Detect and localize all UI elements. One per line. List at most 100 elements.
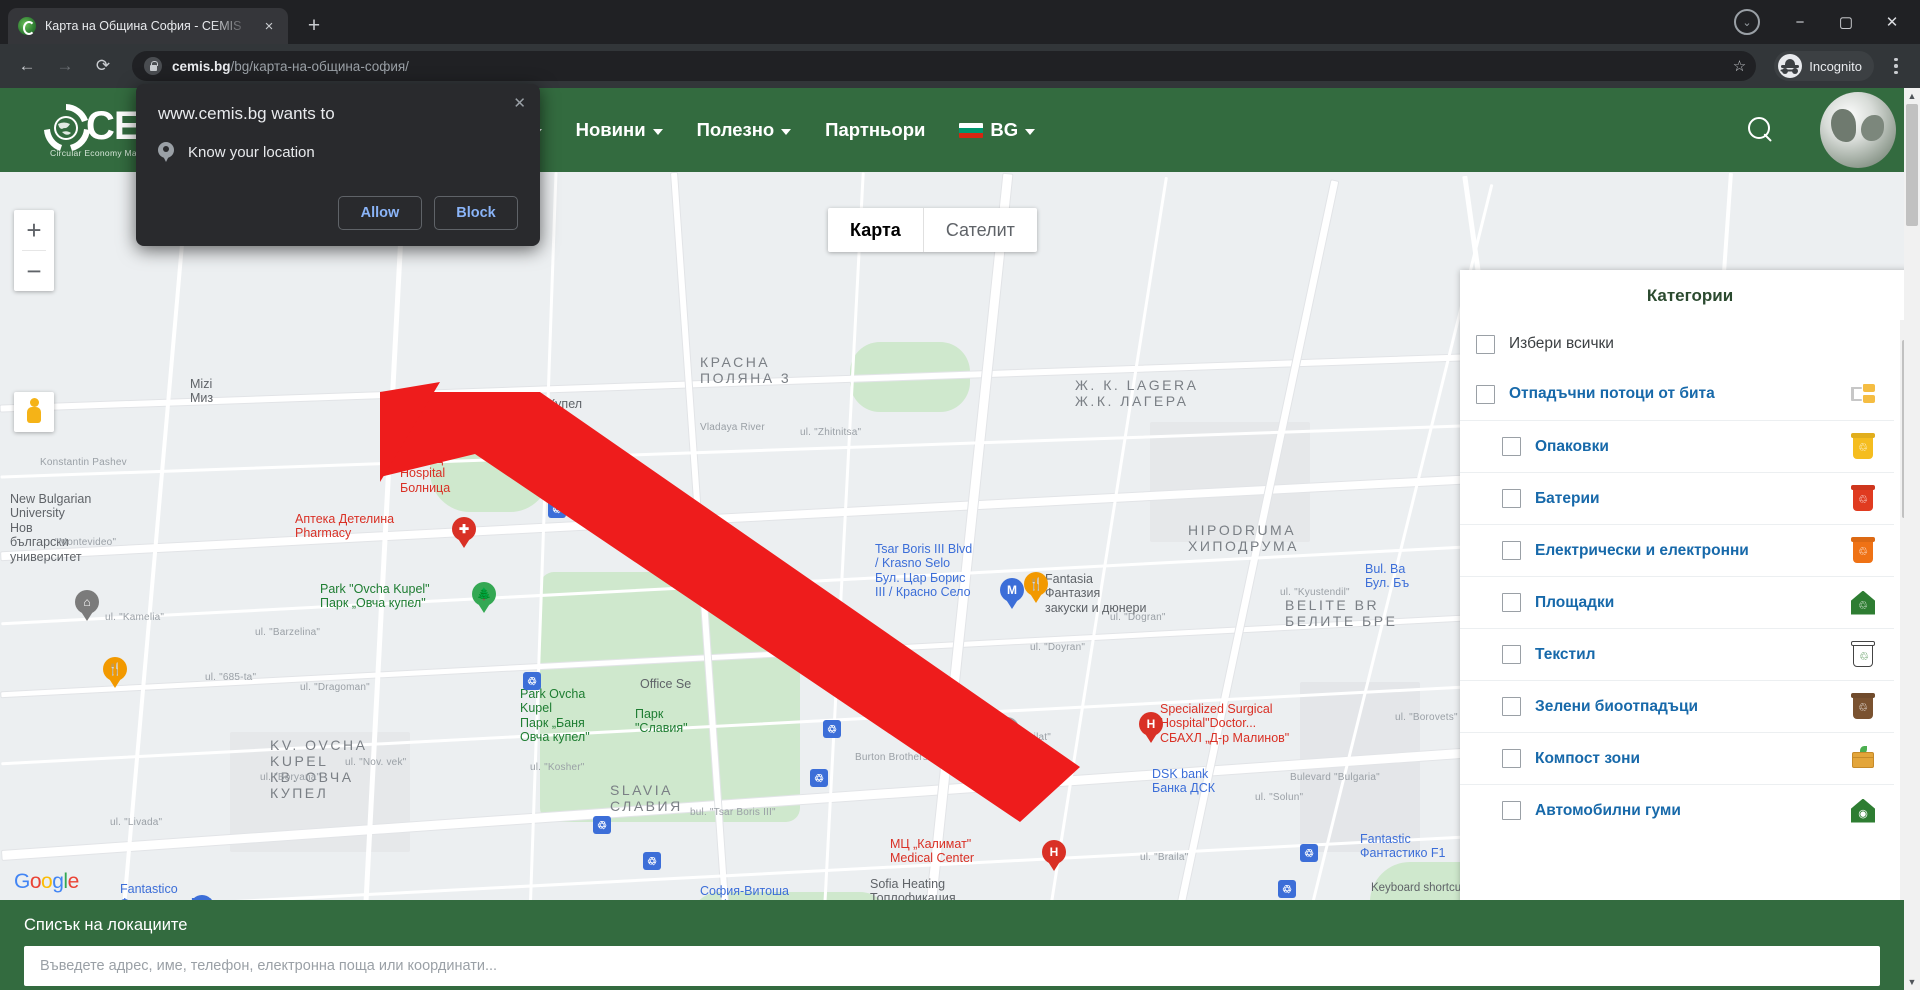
nav-item-3[interactable]: Новини [576,119,663,141]
category-checkbox[interactable] [1502,541,1521,560]
page-scrollbar[interactable]: ▲ ▼ [1904,88,1920,990]
update-chrome-icon[interactable]: ⌄ [1734,9,1760,35]
map-marker-recycling-21[interactable]: ♲ [593,816,611,834]
map-marker-recycling-14[interactable]: ♲ [523,672,541,690]
category-checkbox[interactable] [1476,384,1495,404]
keyboard-shortcuts-link[interactable]: Keyboard shortcuts [1371,882,1470,894]
map-label-23: Sofia Heating Топлофикация София ЕАД [870,877,956,900]
lock-icon[interactable] [144,57,162,75]
map-marker-recycling-16[interactable]: ♲ [810,769,828,787]
zoom-in-button[interactable]: + [14,210,54,250]
category-row-4[interactable]: Електрически и електронни ♲ [1460,524,1894,576]
category-row-6[interactable]: Текстил ♲ [1460,628,1894,680]
category-row-5[interactable]: Площадки ♲ [1460,576,1894,628]
minimize-window-button[interactable]: − [1780,6,1820,38]
map-marker-0[interactable]: H [594,462,618,494]
close-icon[interactable]: ✕ [513,96,526,111]
page-scrollbar-thumb[interactable] [1906,104,1918,226]
category-row-2[interactable]: Опаковки ♲ [1460,420,1894,472]
close-tab-icon[interactable]: × [260,17,278,35]
map-marker-recycling-15[interactable]: ♲ [823,720,841,738]
map-marker-recycling-19[interactable]: ♲ [1278,880,1296,898]
google-logo-letter: e [67,870,80,893]
map-type-satellite[interactable]: Сателит [922,208,1037,252]
category-label: Избери всички [1509,335,1614,352]
category-checkbox[interactable] [1502,437,1521,456]
category-row-8[interactable]: Компост зони [1460,732,1894,784]
marker-tail [599,482,613,493]
category-row-9[interactable]: Автомобилни гуми ◉ [1460,784,1894,836]
bin-lid [1851,484,1875,490]
map-label-6: KV. OVCHA KUPEL КВ. ОВЧА КУПЕЛ [270,737,368,802]
category-checkbox[interactable] [1502,489,1521,508]
bookmark-star-icon[interactable]: ☆ [1733,57,1746,75]
map-marker-5[interactable]: 🍴 [1024,572,1048,604]
window-controls: ⌄ − ▢ ✕ [1734,6,1912,38]
map-marker-11[interactable]: ⌂ [995,717,1019,749]
nav-item-label: Полезно [696,119,775,140]
nav-item-5[interactable]: Партньори [825,119,925,141]
red-bin-icon: ♲ [1848,484,1878,514]
category-checkbox[interactable] [1476,334,1495,354]
category-row-1[interactable]: Отпадъчни потоци от бита [1460,368,1894,420]
map-type-switcher[interactable]: Карта Сателит [828,208,1037,252]
header-right-tools [1748,88,1896,172]
page-scroll-up-icon[interactable]: ▲ [1904,88,1920,104]
zoom-out-button[interactable]: − [14,251,54,291]
nav-item-4[interactable]: Полезно [697,119,792,141]
map-marker-10[interactable]: ⌂ [75,590,99,622]
map-label-39: ul. "Dragoman" [300,682,370,693]
category-checkbox[interactable] [1502,749,1521,768]
category-row-7[interactable]: Зелени биоотпадъци ♲ [1460,680,1894,732]
map-marker-2[interactable]: 🌲 [472,582,496,614]
map-marker-1[interactable]: ✚ [452,517,476,549]
category-checkbox[interactable] [1502,697,1521,716]
globe-avatar[interactable] [1820,92,1896,168]
category-checkbox[interactable] [1502,801,1521,820]
incognito-badge[interactable]: Incognito [1774,51,1874,81]
map-label-46: "Montevideo" [55,537,117,548]
map-marker-6[interactable]: 🍴 [103,657,127,689]
green-house-tire-icon: ◉ [1848,796,1878,826]
address-bar[interactable]: cemis.bg/bg/карта-на-община-софия/ ☆ [132,51,1757,81]
google-logo-letter: g [52,870,64,893]
page-scroll-down-icon[interactable]: ▼ [1904,974,1920,990]
map-label-44: ul. "Barzelina" [255,627,321,638]
category-label: Електрически и електронни [1535,541,1749,559]
maximize-window-button[interactable]: ▢ [1826,6,1866,38]
street-view-pegman[interactable] [14,392,54,432]
category-row-0[interactable]: Избери всички [1460,320,1894,368]
map-type-map[interactable]: Карта [828,208,923,252]
reload-button[interactable]: ⟳ [86,49,120,83]
marker-tail [1000,737,1014,748]
allow-button[interactable]: Allow [338,196,422,230]
google-map[interactable]: КРАСНА ПОЛЯНА 3 Ж. К. LAGERA Ж.К. ЛАГЕРА H… [0,172,1920,900]
geolocation-permission-dialog: ✕ www.cemis.bg wants to Know your locati… [136,84,540,246]
pegman-icon [25,398,43,426]
categories-scroll-area[interactable]: Избери всички Отпадъчни потоци от бита Опа… [1460,320,1920,900]
search-icon[interactable] [1748,117,1774,143]
map-marker-3[interactable]: H [1139,712,1163,744]
map-label-28: Office Se [640,677,692,691]
map-zoom-controls[interactable]: + − [14,210,54,291]
block-button[interactable]: Block [434,196,518,230]
map-marker-4[interactable]: H [1042,840,1066,872]
marker-tail [457,537,471,548]
category-checkbox[interactable] [1502,593,1521,612]
map-label-18: Bul. Ba Бул. Бъ [1365,562,1410,591]
category-row-3[interactable]: Батерии ♲ [1460,472,1894,524]
map-marker-recycling-13[interactable]: ♲ [548,500,566,518]
location-search-input[interactable] [24,946,1880,986]
new-tab-button[interactable]: + [298,10,330,42]
map-marker-12[interactable]: M [1000,578,1024,610]
close-window-button[interactable]: ✕ [1872,6,1912,38]
map-marker-recycling-17[interactable]: ♲ [643,852,661,870]
chrome-menu-button[interactable] [1882,49,1910,83]
language-switcher[interactable]: BG [959,119,1036,141]
back-button[interactable]: ← [10,49,44,83]
map-marker-recycling-18[interactable]: ♲ [1300,844,1318,862]
nav-item-label: Партньори [825,119,926,140]
map-label-36: bul. "Tsar Boris III" [690,807,776,818]
browser-tab[interactable]: Карта на Община София - CEMIS × [8,8,288,44]
category-checkbox[interactable] [1502,645,1521,664]
